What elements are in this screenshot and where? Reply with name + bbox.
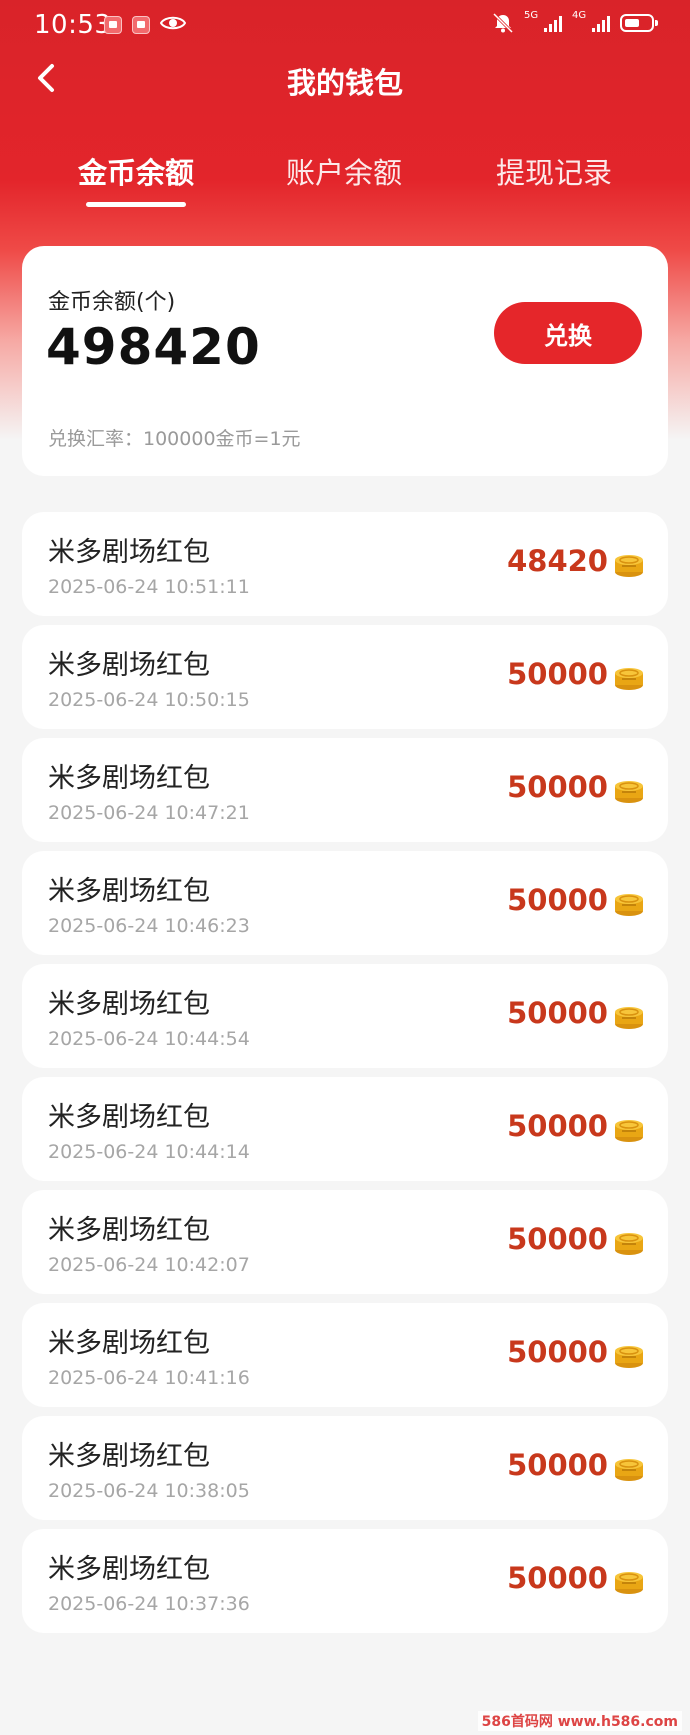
coin-icon bbox=[612, 885, 646, 919]
notification-app-icon bbox=[132, 16, 150, 34]
record-item: 米多剧场红包 2025-06-24 10:46:23 50000 bbox=[22, 851, 668, 955]
record-time: 2025-06-24 10:38:05 bbox=[48, 1480, 250, 1502]
record-amount: 50000 bbox=[507, 657, 608, 691]
record-time: 2025-06-24 10:51:11 bbox=[48, 576, 250, 598]
nav-bar: 我的钱包 bbox=[0, 50, 690, 110]
record-item: 米多剧场红包 2025-06-24 10:44:54 50000 bbox=[22, 964, 668, 1068]
coin-icon bbox=[612, 1111, 646, 1145]
coin-icon bbox=[612, 1563, 646, 1597]
tab-withdrawal-records[interactable]: 提现记录 bbox=[464, 150, 644, 192]
record-item: 米多剧场红包 2025-06-24 10:47:21 50000 bbox=[22, 738, 668, 842]
tab-account-balance[interactable]: 账户余额 bbox=[254, 150, 434, 192]
record-item: 米多剧场红包 2025-06-24 10:51:11 48420 bbox=[22, 512, 668, 616]
record-time: 2025-06-24 10:46:23 bbox=[48, 915, 250, 937]
record-time: 2025-06-24 10:42:07 bbox=[48, 1254, 250, 1276]
balance-value: 498420 bbox=[46, 318, 261, 376]
record-time: 2025-06-24 10:47:21 bbox=[48, 802, 250, 824]
status-bar: 10:53 5G 4G bbox=[0, 0, 690, 50]
record-amount: 50000 bbox=[507, 1335, 608, 1369]
record-amount: 50000 bbox=[507, 1109, 608, 1143]
record-amount: 50000 bbox=[507, 1561, 608, 1595]
record-item: 米多剧场红包 2025-06-24 10:38:05 50000 bbox=[22, 1416, 668, 1520]
balance-card: 金币余额(个) 498420 兑换 兑换汇率：100000金币=1元 bbox=[22, 246, 668, 476]
record-title: 米多剧场红包 bbox=[48, 1441, 210, 1472]
record-title: 米多剧场红包 bbox=[48, 989, 210, 1020]
bell-muted-icon bbox=[492, 12, 514, 34]
eye-icon bbox=[160, 16, 186, 30]
record-item: 米多剧场红包 2025-06-24 10:44:14 50000 bbox=[22, 1077, 668, 1181]
record-time: 2025-06-24 10:50:15 bbox=[48, 689, 250, 711]
exchange-button[interactable]: 兑换 bbox=[494, 302, 642, 364]
record-amount: 50000 bbox=[507, 996, 608, 1030]
status-indicators: 5G 4G bbox=[492, 10, 658, 34]
notification-app-icon bbox=[104, 16, 122, 34]
battery-icon bbox=[620, 14, 658, 32]
record-title: 米多剧场红包 bbox=[48, 537, 210, 568]
record-title: 米多剧场红包 bbox=[48, 1554, 210, 1585]
record-time: 2025-06-24 10:37:36 bbox=[48, 1593, 250, 1615]
coin-icon bbox=[612, 1450, 646, 1484]
tab-bar: 金币余额 账户余额 提现记录 bbox=[0, 150, 690, 210]
record-item: 米多剧场红包 2025-06-24 10:50:15 50000 bbox=[22, 625, 668, 729]
coin-icon bbox=[612, 1224, 646, 1258]
signal-5g-icon: 5G bbox=[524, 10, 562, 34]
record-title: 米多剧场红包 bbox=[48, 1102, 210, 1133]
page-title: 我的钱包 bbox=[286, 66, 403, 100]
record-item: 米多剧场红包 2025-06-24 10:37:36 50000 bbox=[22, 1529, 668, 1633]
record-amount: 50000 bbox=[507, 1222, 608, 1256]
signal-4g-icon: 4G bbox=[572, 10, 610, 34]
tab-coin-balance[interactable]: 金币余额 bbox=[46, 150, 226, 192]
exchange-rate-text: 兑换汇率：100000金币=1元 bbox=[48, 428, 301, 450]
record-amount: 50000 bbox=[507, 883, 608, 917]
record-title: 米多剧场红包 bbox=[48, 1328, 210, 1359]
record-title: 米多剧场红包 bbox=[48, 1215, 210, 1246]
record-amount: 48420 bbox=[507, 544, 608, 578]
active-tab-indicator bbox=[86, 202, 186, 207]
record-title: 米多剧场红包 bbox=[48, 650, 210, 681]
coin-icon bbox=[612, 998, 646, 1032]
record-list: 米多剧场红包 2025-06-24 10:51:11 48420 米多剧场红包 2025… bbox=[22, 512, 668, 1642]
record-time: 2025-06-24 10:44:54 bbox=[48, 1028, 250, 1050]
record-item: 米多剧场红包 2025-06-24 10:42:07 50000 bbox=[22, 1190, 668, 1294]
record-time: 2025-06-24 10:41:16 bbox=[48, 1367, 250, 1389]
record-amount: 50000 bbox=[507, 1448, 608, 1482]
network-label: 4G bbox=[572, 10, 587, 21]
record-time: 2025-06-24 10:44:14 bbox=[48, 1141, 250, 1163]
coin-icon bbox=[612, 546, 646, 580]
coin-icon bbox=[612, 659, 646, 693]
network-label: 5G bbox=[524, 10, 539, 21]
record-title: 米多剧场红包 bbox=[48, 763, 210, 794]
watermark: 586首码网 www.h586.com bbox=[477, 1711, 682, 1731]
record-title: 米多剧场红包 bbox=[48, 876, 210, 907]
record-amount: 50000 bbox=[507, 770, 608, 804]
balance-label: 金币余额(个) bbox=[48, 290, 176, 315]
coin-icon bbox=[612, 772, 646, 806]
record-item: 米多剧场红包 2025-06-24 10:41:16 50000 bbox=[22, 1303, 668, 1407]
coin-icon bbox=[612, 1337, 646, 1371]
status-time: 10:53 bbox=[34, 10, 112, 40]
